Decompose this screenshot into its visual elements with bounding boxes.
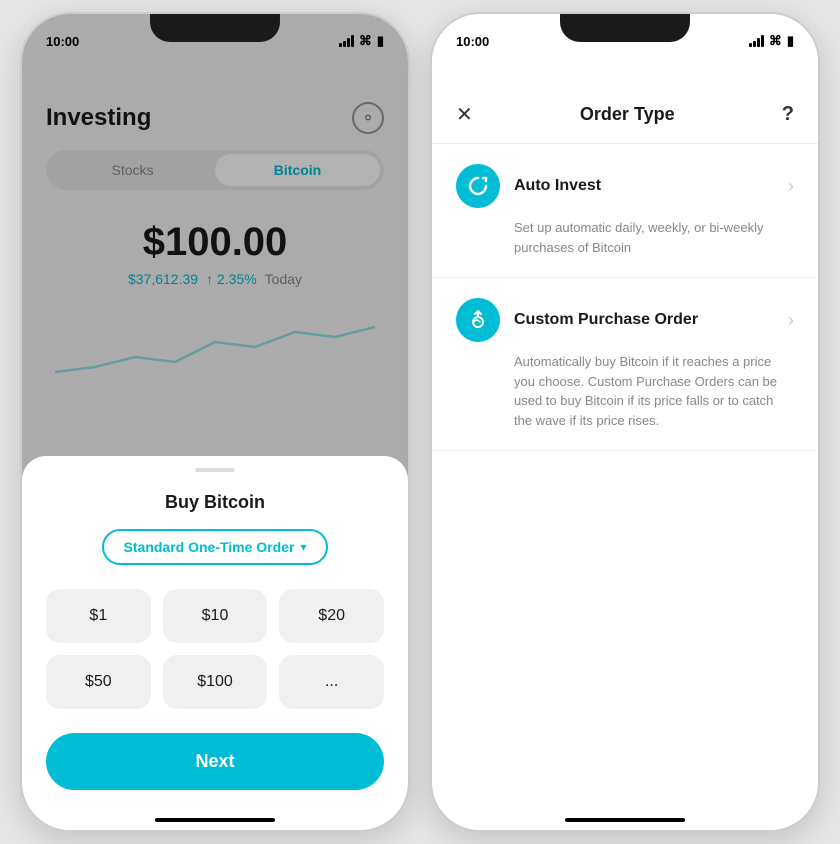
close-button[interactable]: ✕: [456, 102, 473, 127]
auto-invest-left: Auto Invest: [456, 164, 601, 208]
notch: [150, 14, 280, 42]
chevron-right-icon-2: ›: [788, 310, 794, 331]
amount-20[interactable]: $20: [279, 589, 384, 643]
custom-order-icon: [456, 298, 500, 342]
auto-invest-option[interactable]: Auto Invest › Set up automatic daily, we…: [432, 144, 818, 278]
wifi-icon-right: ⌘: [769, 33, 782, 49]
home-indicator-left: [155, 818, 275, 822]
order-type-label: Standard One-Time Order: [124, 539, 295, 555]
auto-invest-desc: Set up automatic daily, weekly, or bi-we…: [456, 218, 794, 257]
amount-10[interactable]: $10: [163, 589, 268, 643]
next-button[interactable]: Next: [46, 733, 384, 790]
order-type-pill[interactable]: Standard One-Time Order ▾: [102, 529, 329, 565]
right-phone: 10:00 ⌘ ▮ ✕ Order Type ?: [430, 12, 820, 832]
amount-1[interactable]: $1: [46, 589, 151, 643]
notch-right: [560, 14, 690, 42]
custom-order-label: Custom Purchase Order: [514, 311, 698, 329]
amount-50[interactable]: $50: [46, 655, 151, 709]
left-phone: 10:00 ⌘ ▮ Investing ⚬ Stocks Bitcoin $10…: [20, 12, 410, 832]
dropdown-arrow-icon: ▾: [300, 540, 306, 554]
custom-order-desc: Automatically buy Bitcoin if it reaches …: [456, 352, 794, 430]
battery-icon-right: ▮: [787, 33, 794, 49]
order-type-screen: 10:00 ⌘ ▮ ✕ Order Type ?: [432, 14, 818, 830]
help-button[interactable]: ?: [782, 103, 794, 126]
home-screen: 10:00 ⌘ ▮ Investing ⚬ Stocks Bitcoin $10…: [22, 14, 408, 830]
amount-100[interactable]: $100: [163, 655, 268, 709]
custom-order-left: Custom Purchase Order: [456, 298, 698, 342]
sheet-handle: [195, 468, 235, 472]
auto-invest-label: Auto Invest: [514, 177, 601, 195]
status-icons-right: ⌘ ▮: [749, 33, 794, 49]
auto-invest-row: Auto Invest ›: [456, 164, 794, 208]
auto-invest-icon: [456, 164, 500, 208]
order-type-title: Order Type: [580, 104, 675, 125]
order-type-header: ✕ Order Type ?: [432, 58, 818, 144]
bottom-sheet: Buy Bitcoin Standard One-Time Order ▾ $1…: [22, 456, 408, 830]
custom-order-option[interactable]: Custom Purchase Order › Automatically bu…: [432, 278, 818, 451]
chevron-right-icon-1: ›: [788, 176, 794, 197]
time-right: 10:00: [456, 34, 489, 49]
amount-grid: $1 $10 $20 $50 $100 ...: [46, 589, 384, 709]
home-indicator-right: [565, 818, 685, 822]
signal-icon-right: [749, 35, 764, 47]
amount-more[interactable]: ...: [279, 655, 384, 709]
sheet-title: Buy Bitcoin: [46, 492, 384, 513]
custom-order-row: Custom Purchase Order ›: [456, 298, 794, 342]
